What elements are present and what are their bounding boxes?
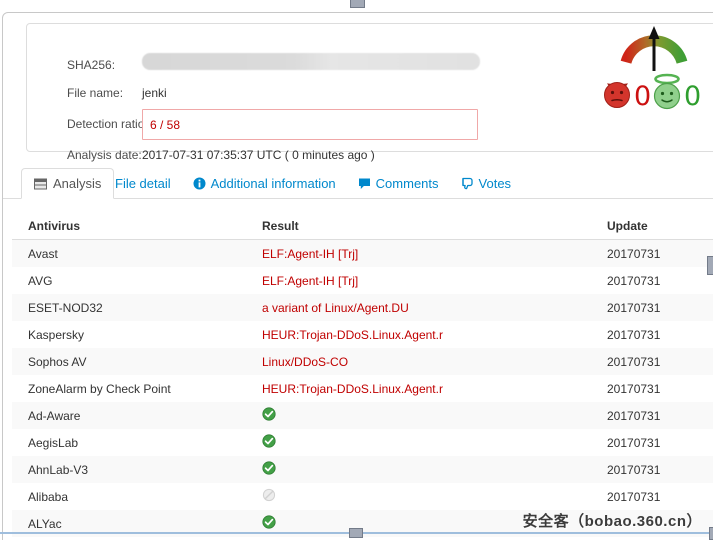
antivirus-name: Ad-Aware — [28, 409, 80, 423]
clean-check-icon — [262, 434, 276, 448]
sha256-value-redacted — [142, 53, 480, 70]
update-date: 20170731 — [607, 463, 660, 477]
selection-handle-bottom[interactable] — [349, 528, 363, 538]
not-scanned-icon — [262, 488, 276, 502]
table-row: Kaspersky HEUR:Trojan-DDoS.Linux.Agent.r 2… — [12, 321, 713, 348]
result-cell — [262, 490, 276, 507]
detection-result-text: Linux/DDoS-CO — [262, 355, 348, 369]
antivirus-name: ALYac — [28, 517, 62, 531]
table-row: Ad-Aware 20170731 — [12, 402, 713, 429]
result-cell — [262, 463, 276, 480]
table-row: AegisLab 20170731 — [12, 429, 713, 456]
harmless-votes-count: 0 — [684, 81, 701, 112]
screenshot-stage: SHA256: File name: jenki Detection ratio… — [0, 0, 713, 540]
column-header-result: Result — [262, 219, 299, 233]
antivirus-name: Alibaba — [28, 490, 68, 504]
table-row: Avast ELF:Agent-IH [Trj] 20170731 — [12, 240, 713, 267]
selection-handle-bottom-right[interactable] — [709, 527, 713, 540]
antivirus-name: AVG — [28, 274, 52, 288]
update-date: 20170731 — [607, 328, 660, 342]
column-header-update: Update — [607, 219, 648, 233]
table-row: ZoneAlarm by Check Point HEUR:Trojan-DDoS… — [12, 375, 713, 402]
update-date: 20170731 — [607, 382, 660, 396]
detection-ratio-box: 6 / 58 — [142, 109, 478, 140]
table-row: ESET-NOD32 a variant of Linux/Agent.DU 201… — [12, 294, 713, 321]
detection-result-text: ELF:Agent-IH [Trj] — [262, 274, 358, 288]
selection-handle-top[interactable] — [350, 0, 365, 8]
antivirus-name: ESET-NOD32 — [28, 301, 103, 315]
clean-check-icon — [262, 461, 276, 475]
result-cell — [262, 409, 276, 426]
update-date: 20170731 — [607, 274, 660, 288]
result-cell: Linux/DDoS-CO — [262, 355, 348, 369]
result-cell: HEUR:Trojan-DDoS.Linux.Agent.r — [262, 382, 443, 396]
antivirus-results-table: Antivirus Result Update Avast ELF:Agent-I… — [12, 212, 713, 537]
clean-check-icon — [262, 515, 276, 529]
tab-additional-information[interactable]: Additional information — [182, 168, 347, 199]
analysis-date-value: 2017-07-31 07:35:37 UTC ( 0 minutes ago … — [142, 148, 375, 162]
detection-ratio-label: Detection ratio: — [67, 117, 148, 131]
table-row: Alibaba 20170731 — [12, 483, 713, 510]
tab-comments-label: Comments — [376, 176, 439, 191]
result-cell: ELF:Agent-IH [Trj] — [262, 274, 358, 288]
antivirus-name: ZoneAlarm by Check Point — [28, 382, 171, 396]
clean-check-icon — [262, 407, 276, 421]
detection-result-text: HEUR:Trojan-DDoS.Linux.Agent.r — [262, 328, 443, 342]
update-date: 20170731 — [607, 301, 660, 315]
table-row: AVG ELF:Agent-IH [Trj] 20170731 — [12, 267, 713, 294]
tab-votes[interactable]: Votes — [450, 168, 523, 199]
file-name-label: File name: — [67, 86, 123, 100]
table-icon — [34, 178, 47, 190]
table-header-row: Antivirus Result Update — [12, 212, 713, 240]
reputation-gauge: 0 0 — [596, 22, 708, 118]
table-row: AhnLab-V3 20170731 — [12, 456, 713, 483]
update-date: 20170731 — [607, 355, 660, 369]
column-header-antivirus: Antivirus — [28, 219, 80, 233]
watermark-text: 安全客（bobao.360.cn） — [523, 510, 702, 531]
table-row: Sophos AV Linux/DDoS-CO 20170731 — [12, 348, 713, 375]
thumbs-down-icon — [461, 177, 474, 190]
detection-ratio-value: 6 / 58 — [150, 118, 180, 132]
update-date: 20170731 — [607, 490, 660, 504]
result-cell: HEUR:Trojan-DDoS.Linux.Agent.r — [262, 328, 443, 342]
angel-face-icon — [655, 75, 680, 109]
tab-analysis[interactable]: Analysis — [21, 168, 114, 199]
sha256-label: SHA256: — [67, 58, 115, 72]
antivirus-name: AegisLab — [28, 436, 78, 450]
detection-result-text: ELF:Agent-IH [Trj] — [262, 247, 358, 261]
info-icon — [193, 177, 206, 190]
devil-face-icon — [605, 83, 630, 108]
tab-additional-information-label: Additional information — [211, 176, 336, 191]
comment-icon — [358, 177, 371, 190]
tab-comments[interactable]: Comments — [347, 168, 450, 199]
antivirus-name: Kaspersky — [28, 328, 84, 342]
detection-result-text: a variant of Linux/Agent.DU — [262, 301, 409, 315]
selection-handle-right[interactable] — [707, 256, 713, 275]
antivirus-name: Sophos AV — [28, 355, 87, 369]
malicious-votes-count: 0 — [634, 81, 651, 112]
update-date: 20170731 — [607, 247, 660, 261]
result-cell: ELF:Agent-IH [Trj] — [262, 247, 358, 261]
tab-file-detail-label: File detail — [115, 176, 171, 191]
tab-analysis-label: Analysis — [53, 176, 101, 191]
file-name-value: jenki — [142, 86, 167, 100]
gauge-needle-arrow-icon — [649, 26, 660, 71]
analysis-date-label: Analysis date: — [67, 148, 142, 162]
antivirus-name: Avast — [28, 247, 58, 261]
antivirus-name: AhnLab-V3 — [28, 463, 88, 477]
update-date: 20170731 — [607, 436, 660, 450]
tab-votes-label: Votes — [479, 176, 512, 191]
detection-result-text: HEUR:Trojan-DDoS.Linux.Agent.r — [262, 382, 443, 396]
result-cell — [262, 436, 276, 453]
tabs-bar: File detail Additional information Comme… — [86, 168, 522, 199]
result-cell: a variant of Linux/Agent.DU — [262, 301, 409, 315]
update-date: 20170731 — [607, 409, 660, 423]
